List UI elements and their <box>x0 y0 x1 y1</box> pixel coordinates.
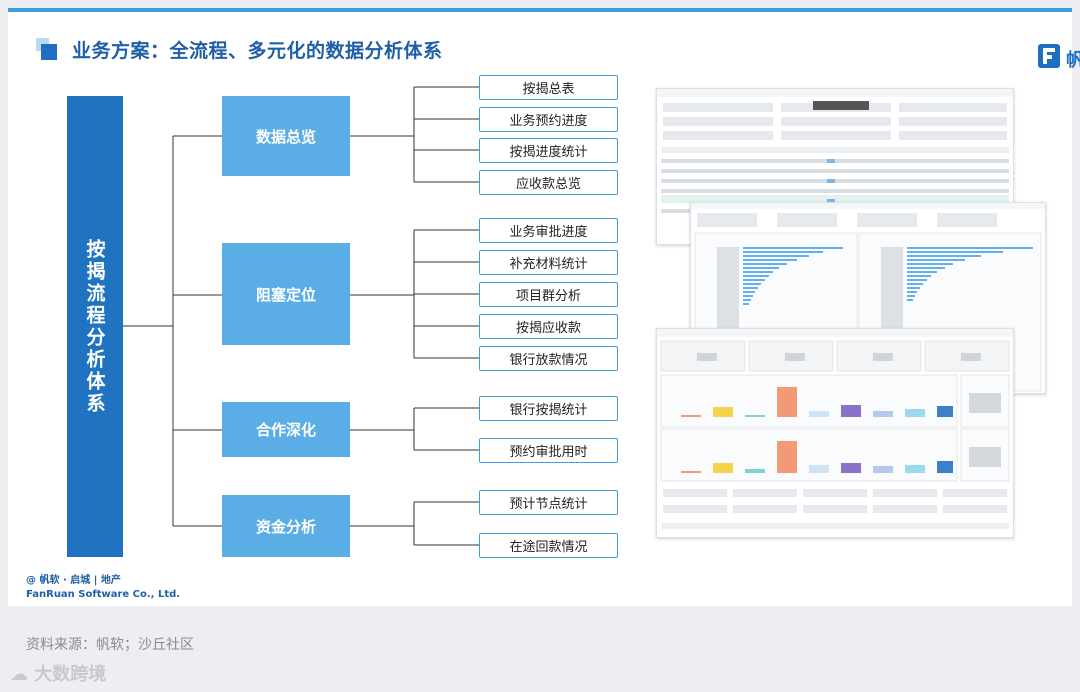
category-funds: 资金分析 <box>222 495 350 557</box>
category-blockage: 阻塞定位 <box>222 243 350 345</box>
dashboard-column-chart-image <box>657 329 1013 529</box>
watermark-icon: ☁ <box>10 664 35 685</box>
source-caption: 资料来源：帆软；沙丘社区 <box>26 637 194 653</box>
leaf-node: 按揭应收款 <box>479 314 618 339</box>
footer-brand-line1: @ 帆软 · 启城 | 地产 <box>26 575 121 586</box>
root-label: 按揭流程分析体系 <box>83 238 106 415</box>
watermark: ☁ 大数跨境 <box>10 660 106 686</box>
leaf-node: 银行按揭统计 <box>479 396 618 421</box>
leaf-node: 按揭总表 <box>479 75 618 100</box>
leaf-node: 业务审批进度 <box>479 218 618 243</box>
leaf-node: 预约审批用时 <box>479 438 618 463</box>
category-cooperation: 合作深化 <box>222 402 350 457</box>
watermark-text: 大数跨境 <box>34 664 107 685</box>
dashboard-column-chart-screenshot <box>656 328 1014 538</box>
root-node: 按揭流程分析体系 <box>67 96 123 557</box>
slide: 业务方案：全流程、多元化的数据分析体系 帆软 <box>8 8 1080 606</box>
leaf-node: 项目群分析 <box>479 282 618 307</box>
category-overview: 数据总览 <box>222 96 350 176</box>
leaf-node: 预计节点统计 <box>479 490 618 515</box>
leaf-node: 银行放款情况 <box>479 346 618 371</box>
footer-brand: @ 帆软 · 启城 | 地产 FanRuan Software Co., Ltd… <box>26 574 180 602</box>
leaf-node: 补充材料统计 <box>479 250 618 275</box>
leaf-node: 在途回款情况 <box>479 533 618 558</box>
leaf-node: 按揭进度统计 <box>479 138 618 163</box>
leaf-node: 应收款总览 <box>479 170 618 195</box>
leaf-node: 业务预约进度 <box>479 107 618 132</box>
footer-brand-line2: FanRuan Software Co., Ltd. <box>26 589 181 600</box>
